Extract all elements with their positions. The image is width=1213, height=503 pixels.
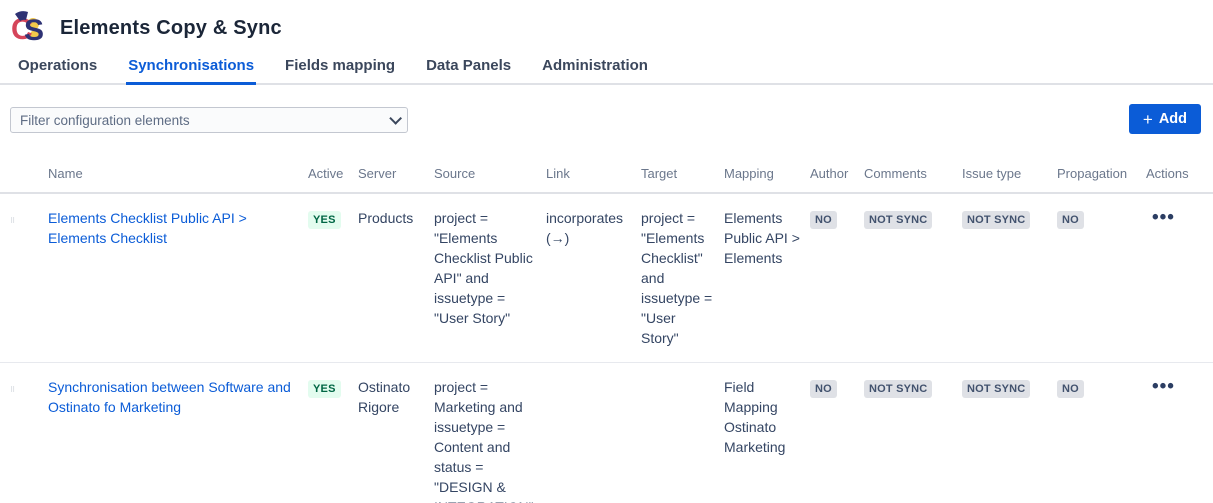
tab-bar: Operations Synchronisations Fields mappi…	[0, 53, 1213, 85]
source-cell: project = Marketing and issuetype = Cont…	[434, 363, 546, 503]
link-cell: incorporates (→)	[546, 193, 641, 363]
tab-administration[interactable]: Administration	[540, 53, 650, 83]
mapping-cell: Field Mapping Ostinato Marketing	[724, 363, 810, 503]
column-mapping: Mapping	[724, 158, 810, 193]
column-source: Source	[434, 158, 546, 193]
column-handle	[0, 158, 48, 193]
row-actions-menu-icon[interactable]: •••	[1146, 208, 1175, 228]
elements-copy-sync-app: C S Elements Copy & Sync Operations Sync…	[0, 0, 1213, 503]
propagation-badge: NO	[1057, 380, 1084, 398]
column-link: Link	[546, 158, 641, 193]
column-comments: Comments	[864, 158, 962, 193]
mapping-cell: Elements Public API > Elements	[724, 193, 810, 363]
column-actions: Actions	[1146, 158, 1213, 193]
sync-name-link[interactable]: Synchronisation between Software and Ost…	[48, 379, 291, 415]
column-propagation: Propagation	[1057, 158, 1146, 193]
author-badge: NO	[810, 380, 837, 398]
issue-type-badge: NOT SYNC	[962, 380, 1030, 398]
table-row: ⠿ Synchronisation between Software and O…	[0, 363, 1213, 503]
column-name: Name	[48, 158, 308, 193]
propagation-badge: NO	[1057, 211, 1084, 229]
target-cell	[641, 363, 724, 503]
chevron-down-icon	[389, 112, 402, 125]
author-badge: NO	[810, 211, 837, 229]
link-cell	[546, 363, 641, 503]
server-cell: Products	[358, 193, 434, 363]
synchronisations-table: Name Active Server Source Link Target Ma…	[0, 158, 1213, 503]
comments-badge: NOT SYNC	[864, 380, 932, 398]
page-title: Elements Copy & Sync	[60, 17, 282, 40]
tab-synchronisations[interactable]: Synchronisations	[126, 53, 256, 83]
add-button[interactable]: + Add	[1129, 104, 1201, 134]
tab-operations[interactable]: Operations	[16, 53, 99, 83]
comments-badge: NOT SYNC	[864, 211, 932, 229]
sync-name-link[interactable]: Elements Checklist Public API > Elements…	[48, 210, 247, 246]
active-badge: YES	[308, 380, 341, 398]
server-cell: Ostinato Rigore	[358, 363, 434, 503]
column-issue-type: Issue type	[962, 158, 1057, 193]
plus-icon: +	[1143, 111, 1153, 128]
logo-letter-s: S	[24, 14, 44, 45]
add-button-label: Add	[1159, 111, 1187, 127]
column-server: Server	[358, 158, 434, 193]
column-active: Active	[308, 158, 358, 193]
filter-configuration-select[interactable]: Filter configuration elements	[10, 107, 408, 133]
tab-data-panels[interactable]: Data Panels	[424, 53, 513, 83]
column-author: Author	[810, 158, 864, 193]
toolbar: Filter configuration elements + Add	[0, 85, 1213, 134]
column-target: Target	[641, 158, 724, 193]
filter-select-value: Filter configuration elements	[20, 113, 389, 128]
row-actions-menu-icon[interactable]: •••	[1146, 377, 1175, 397]
table-row: ⠿ Elements Checklist Public API > Elemen…	[0, 193, 1213, 363]
drag-handle-icon[interactable]: ⠿	[10, 218, 15, 225]
tab-fields-mapping[interactable]: Fields mapping	[283, 53, 397, 83]
app-logo-icon: C S	[12, 11, 48, 45]
active-badge: YES	[308, 211, 341, 229]
app-header: C S Elements Copy & Sync	[0, 0, 1213, 53]
source-cell: project = "Elements Checklist Public API…	[434, 193, 546, 363]
issue-type-badge: NOT SYNC	[962, 211, 1030, 229]
table-header: Name Active Server Source Link Target Ma…	[0, 158, 1213, 193]
target-cell: project = "Elements Checklist" and issue…	[641, 193, 724, 363]
drag-handle-icon[interactable]: ⠿	[10, 387, 15, 394]
